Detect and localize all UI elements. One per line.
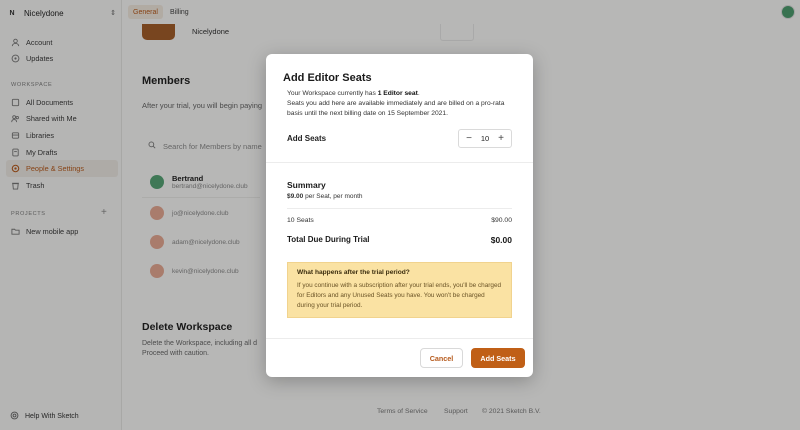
- trial-notice: What happens after the trial period? If …: [287, 262, 512, 318]
- price-suffix: per Seat, per month: [303, 193, 363, 200]
- summary-title: Summary: [287, 180, 326, 190]
- desc-seat-count: 1 Editor seat: [377, 90, 418, 97]
- divider: [266, 162, 533, 163]
- total-line: Total Due During Trial $0.00: [287, 235, 512, 245]
- cancel-button[interactable]: Cancel: [420, 348, 463, 368]
- notice-title: What happens after the trial period?: [297, 269, 410, 276]
- modal-description: Your Workspace currently has 1 Editor se…: [287, 89, 517, 119]
- divider: [287, 208, 512, 209]
- seats-line-label: 10 Seats: [287, 217, 314, 224]
- seat-count-input[interactable]: 10: [481, 134, 489, 143]
- add-seats-button[interactable]: Add Seats: [471, 348, 525, 368]
- modal-title: Add Editor Seats: [283, 72, 372, 84]
- add-seats-modal: Add Editor Seats Your Workspace currentl…: [266, 54, 533, 377]
- price-per-seat: $9.00 per Seat, per month: [287, 193, 363, 200]
- notice-body: If you continue with a subscription afte…: [297, 282, 502, 309]
- seats-line-value: $90.00: [491, 217, 512, 224]
- price-value: $9.00: [287, 193, 304, 200]
- increment-button[interactable]: +: [496, 133, 506, 144]
- desc-text: Your Workspace currently has: [287, 90, 378, 97]
- divider: [266, 338, 533, 339]
- total-value: $0.00: [490, 235, 512, 245]
- desc-text: .: [417, 90, 420, 97]
- seats-line: 10 Seats $90.00: [287, 217, 512, 224]
- seat-stepper: − 10 +: [458, 129, 512, 148]
- desc-billing-text: Seats you add here are available immedia…: [287, 100, 505, 117]
- total-label: Total Due During Trial: [287, 235, 370, 244]
- add-seats-label: Add Seats: [287, 134, 327, 143]
- decrement-button[interactable]: −: [464, 133, 474, 144]
